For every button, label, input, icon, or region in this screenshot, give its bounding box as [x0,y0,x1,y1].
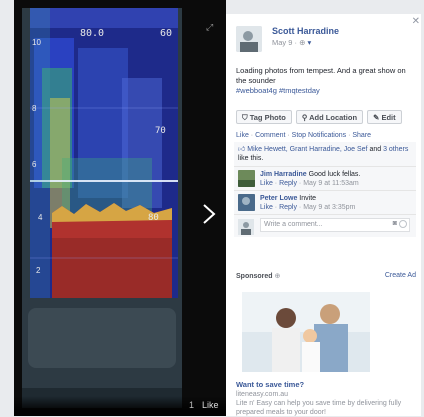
scale-2: 2 [36,266,41,275]
create-ad-link[interactable]: Create Ad [385,272,416,279]
tag-photo-button[interactable]: ⛉ Tag Photo [236,110,292,124]
post-timestamp[interactable]: May 9 · ⊕ ▾ [272,38,311,47]
edit-pencil-icon: ✎ [373,113,380,122]
camera-icon[interactable]: ◙ [393,220,397,227]
chevron-down-icon[interactable]: ▾ [307,38,311,47]
next-arrow-icon[interactable] [196,202,220,226]
edit-label: Edit [381,113,396,122]
tag-photo-label: Tag Photo [249,113,286,122]
author-avatar[interactable] [236,26,262,52]
expand-icon[interactable]: ⤢ [206,22,213,33]
scale-4: 4 [38,213,43,222]
likers-names[interactable]: Mike Hewett, Grant Harradine, Joe Sef [247,146,367,153]
commenter-avatar[interactable] [238,170,255,187]
sounder-readout-70: 70 [155,126,166,136]
scale-6: 6 [32,160,37,169]
ad-image[interactable] [242,292,370,372]
scale-8: 8 [32,104,37,113]
share-action[interactable]: Share [352,132,371,139]
post-hashtags[interactable]: #webboat4g #tmqtestday [236,86,320,95]
commenter-avatar[interactable] [238,194,255,211]
comment-text: Invite [297,195,317,202]
photo-viewer: 80.0 60 70 80 10 8 6 4 2 1 Like [14,0,226,416]
add-location-label: Add Location [309,113,358,122]
comment-item: Jim Harradine Good luck fellas. Like · R… [234,167,416,191]
comment-meta: Like · Reply · May 9 at 11:53am [260,180,359,187]
comment-like-link[interactable]: Like [260,204,273,211]
sounder-screen [22,8,182,408]
author-name[interactable]: Scott Harradine [272,26,339,36]
current-user-avatar [238,219,254,235]
comment-time[interactable]: · May 9 at 3:35pm [297,204,355,211]
post-body: Loading photos from tempest. And a great… [236,66,406,85]
photo-like-link[interactable]: Like [202,400,219,410]
sounder-photo[interactable]: 80.0 60 70 80 10 8 6 4 2 [22,8,182,408]
sponsored-label: Sponsored ⊕ [236,272,280,280]
tag-icon: ⛉ [242,113,248,122]
ad-description: Lite n' Easy can help you save time by d… [236,400,402,416]
likes-suffix: like this. [238,155,264,162]
commenter-name[interactable]: Peter Lowe [260,195,297,202]
add-location-button[interactable]: ⚲ Add Location [295,110,364,124]
scale-10: 10 [32,38,41,47]
post-panel: ✕ Scott Harradine May 9 · ⊕ ▾ Loading ph… [226,14,424,416]
smile-icon[interactable] [399,220,407,228]
post-actions: Like · Comment · Stop Notifications · Sh… [236,132,372,139]
comment-reply-link[interactable]: Reply [279,180,297,187]
post-text: Loading photos from tempest. And a great… [236,66,416,96]
photo-index: 1 [189,400,195,410]
comment-meta: Like · Reply · May 9 at 3:35pm [260,204,356,211]
sponsored-text: Sponsored [236,273,273,280]
comment-reply-link[interactable]: Reply [279,204,297,211]
sounder-readout-top: 80.0 [80,28,105,39]
comment-placeholder: Write a comment... [264,221,323,228]
comment-text: Good luck fellas. [306,171,361,178]
comment-time[interactable]: · May 9 at 11:53am [297,180,359,187]
stop-notifications-action[interactable]: Stop Notifications [292,132,346,139]
sounder-readout-60: 60 [160,28,173,39]
likes-and: and [367,146,384,153]
close-icon[interactable]: ✕ [412,16,420,27]
comment-input[interactable]: Write a comment... ◙ [260,218,410,232]
comment-item: Peter Lowe Invite Like · Reply · May 9 a… [234,191,416,215]
comment-body: Jim Harradine Good luck fellas. Like · R… [260,170,360,188]
sounder-readout-80: 80 [148,213,159,223]
likers-others[interactable]: 3 others [383,146,408,153]
thumbs-up-icon: 👍︎ [238,146,246,153]
ad-info-icon[interactable]: ⊕ [275,273,281,280]
comment-body: Peter Lowe Invite Like · Reply · May 9 a… [260,194,355,212]
post-time-text: May 9 · [272,38,300,47]
likes-summary: 👍︎ Mike Hewett, Grant Harradine, Joe Sef… [234,142,416,167]
photo-footer [14,396,226,416]
ad-domain: liteneasy.com.au [236,391,289,398]
globe-icon: ⊕ [299,38,306,47]
photo-action-buttons: ⛉ Tag Photo ⚲ Add Location ✎ Edit [236,110,402,124]
location-icon: ⚲ [301,113,308,122]
comments-section: 👍︎ Mike Hewett, Grant Harradine, Joe Sef… [234,142,416,237]
comment-like-link[interactable]: Like [260,180,273,187]
write-comment-row: Write a comment... ◙ [234,215,416,237]
photo-theater: 80.0 60 70 80 10 8 6 4 2 1 Like ⤢ ✕ Scot… [0,0,424,416]
comment-action[interactable]: Comment [255,132,285,139]
ad-title[interactable]: Want to save time? [236,380,304,389]
like-action[interactable]: Like [236,132,249,139]
edit-button[interactable]: ✎ Edit [367,110,402,124]
commenter-name[interactable]: Jim Harradine [260,171,307,178]
